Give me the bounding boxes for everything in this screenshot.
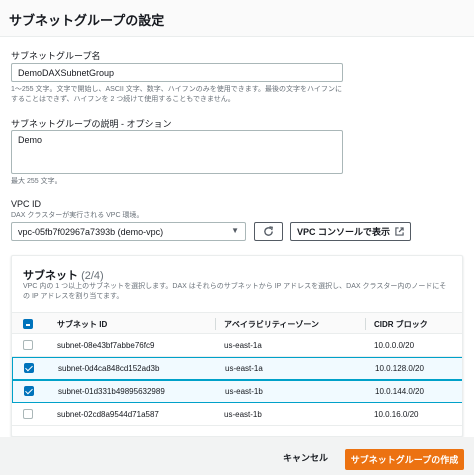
subnets-title-text: サブネット [23, 270, 78, 282]
subnets-title: サブネット (2/4) [23, 267, 104, 283]
external-link-icon [395, 227, 404, 236]
vpc-select-value: vpc-05fb7f02967a7393b (demo-vpc) [18, 227, 164, 237]
table-row[interactable]: subnet-0d4ca848cd152ad3b us-east-1a 10.0… [12, 357, 462, 380]
availability-zone-cell: us-east-1a [225, 364, 263, 373]
view-in-vpc-console-label: VPC コンソールで表示 [296, 227, 390, 237]
select-all-checkbox[interactable] [23, 319, 33, 329]
row-checkbox[interactable] [23, 340, 33, 350]
column-divider[interactable] [365, 318, 366, 330]
subnet-group-name-input[interactable]: DemoDAXSubnetGroup [11, 63, 343, 82]
description-label: サブネットグループの説明 - オプション [11, 119, 172, 129]
subnets-description: VPC 内の 1 つ以上のサブネットを選択します。DAX はそれらのサブネットか… [23, 282, 453, 302]
view-in-vpc-console-button[interactable]: VPC コンソールで表示 [290, 222, 411, 241]
subnets-panel: サブネット (2/4) VPC 内の 1 つ以上のサブネットを選択します。DAX… [11, 255, 463, 437]
subnet-id-cell: subnet-02cd8a9544d71a587 [57, 410, 159, 419]
cidr-cell: 10.0.144.0/20 [375, 387, 424, 396]
availability-zone-cell: us-east-1a [224, 341, 262, 350]
cidr-cell: 10.0.0.0/20 [374, 341, 415, 350]
page-title: サブネットグループの設定 [9, 13, 165, 28]
subnets-description-line1: VPC 内の 1 つ以上のサブネットを選択します。DAX はそれらのサブネットか… [23, 283, 447, 290]
row-checkbox[interactable] [24, 363, 34, 373]
vpc-id-label: VPC ID [11, 199, 42, 209]
cidr-cell: 10.0.16.0/20 [374, 410, 419, 419]
table-row[interactable]: subnet-02cd8a9544d71a587 us-east-1b 10.0… [12, 403, 462, 426]
refresh-button[interactable] [254, 222, 283, 241]
table-header: サブネット ID アベイラビリティーゾーン CIDR ブロック [12, 312, 462, 334]
caret-down-icon: ▼ [231, 226, 239, 235]
availability-zone-cell: us-east-1b [224, 410, 262, 419]
table-row[interactable]: subnet-08e43bf7abbe76fc9 us-east-1a 10.0… [12, 334, 462, 357]
subnet-id-cell: subnet-08e43bf7abbe76fc9 [57, 341, 155, 350]
column-divider[interactable] [215, 318, 216, 330]
description-hint: 最大 255 文字。 [11, 178, 62, 185]
vpc-id-hint: DAX クラスターが実行される VPC 環境。 [11, 212, 144, 219]
table-row[interactable]: subnet-01d331b49895632989 us-east-1b 10.… [12, 380, 462, 403]
subnets-count: (2/4) [81, 270, 104, 282]
column-cidr-block[interactable]: CIDR ブロック [374, 319, 428, 330]
cancel-button[interactable]: キャンセル [283, 451, 328, 464]
row-checkbox[interactable] [24, 386, 34, 396]
cidr-cell: 10.0.128.0/20 [375, 364, 424, 373]
subnet-group-name-hint-1: 1〜255 文字。文字で開始し、ASCII 文字、数字、ハイフンのみを使用できま… [11, 86, 343, 93]
subnet-group-name-hint-2: することはできず、ハイフンを 2 つ続けて使用することもできません。 [11, 96, 235, 103]
page-header: サブネットグループの設定 [0, 0, 474, 37]
refresh-icon [264, 226, 273, 236]
create-subnet-group-button[interactable]: サブネットグループの作成 [345, 449, 464, 470]
subnet-id-cell: subnet-0d4ca848cd152ad3b [58, 364, 160, 373]
description-textarea[interactable]: Demo [11, 130, 343, 174]
subnet-id-cell: subnet-01d331b49895632989 [58, 387, 165, 396]
vpc-select[interactable]: vpc-05fb7f02967a7393b (demo-vpc) ▼ [11, 222, 246, 241]
subnets-description-line2: の IP アドレスを割り当てます。 [23, 293, 124, 300]
availability-zone-cell: us-east-1b [225, 387, 263, 396]
subnet-group-name-label: サブネットグループ名 [11, 51, 101, 61]
column-availability-zone[interactable]: アベイラビリティーゾーン [224, 319, 319, 330]
row-checkbox[interactable] [23, 409, 33, 419]
column-subnet-id[interactable]: サブネット ID [57, 319, 107, 330]
